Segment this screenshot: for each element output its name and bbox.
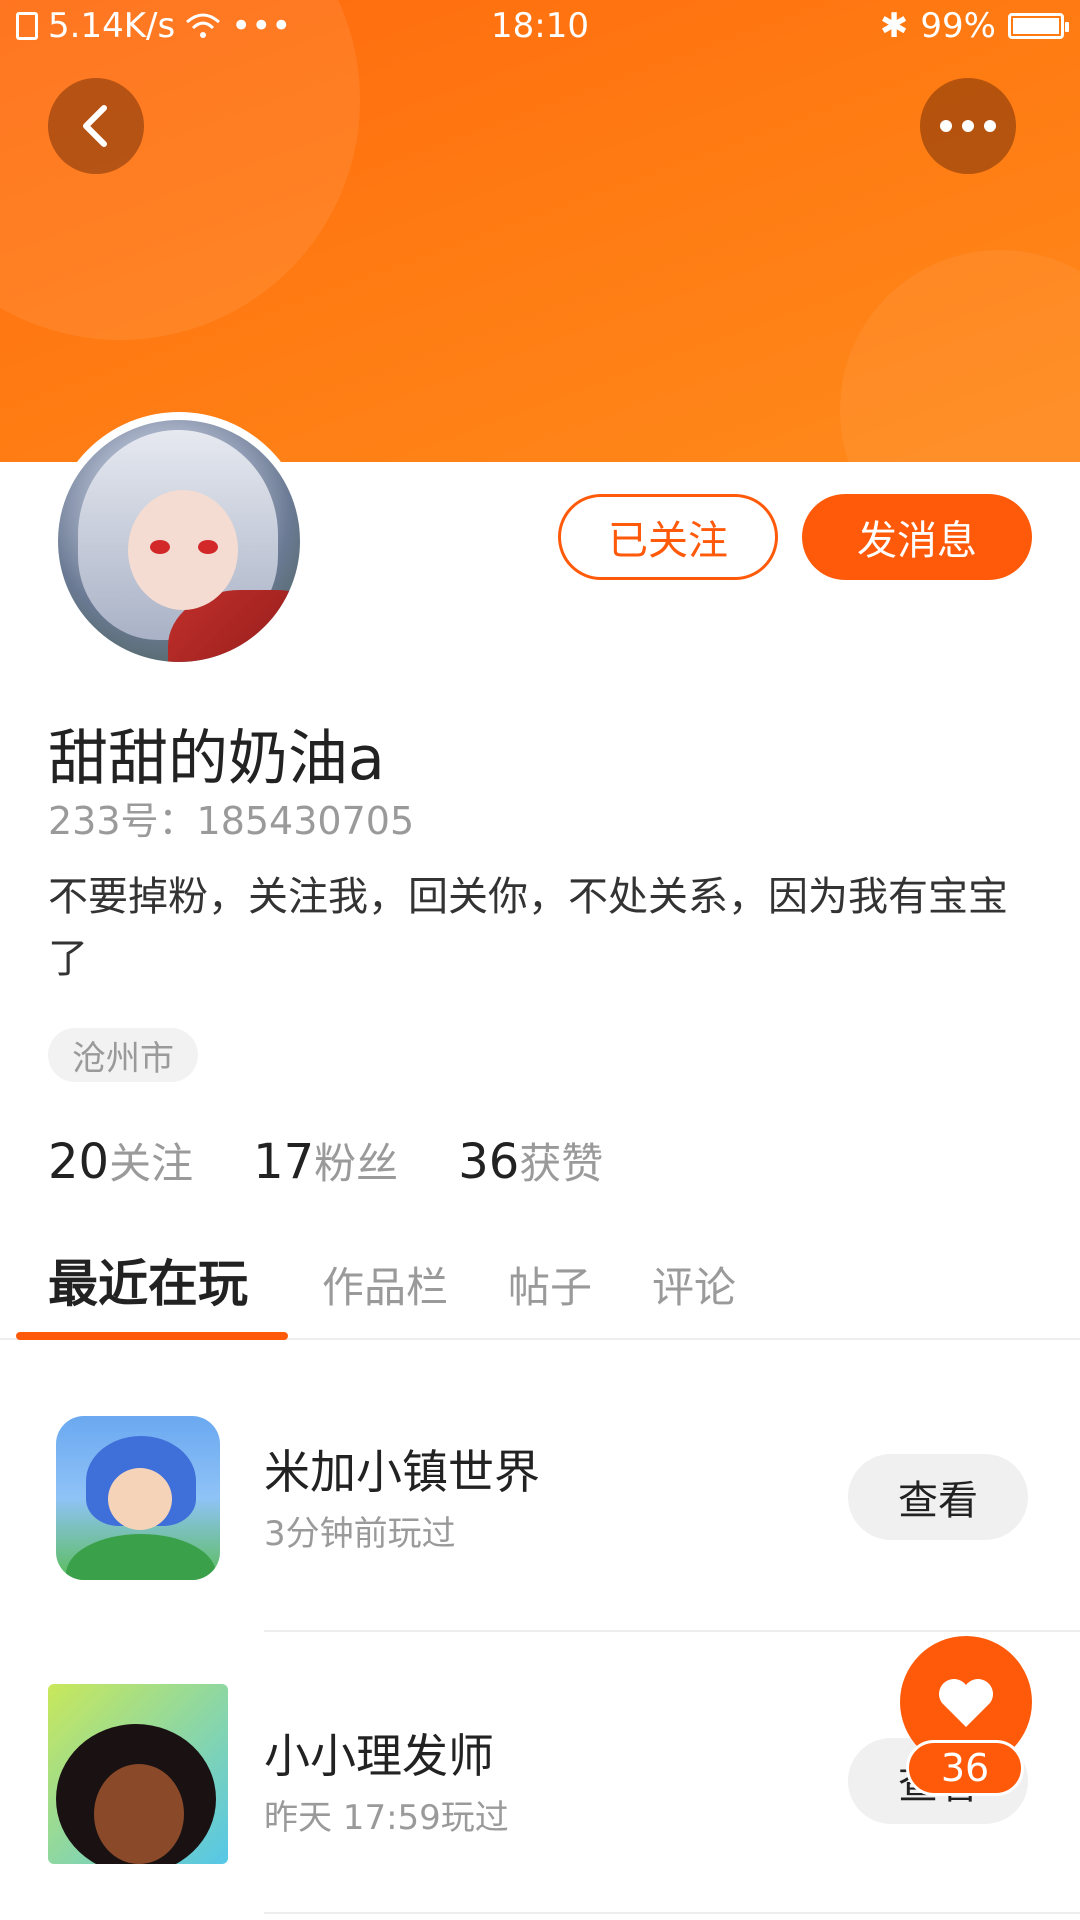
profile-tabs: 最近在玩 作品栏 帖子 评论 [0,1240,1080,1340]
game-title: 米加小镇世界 [264,1445,540,1499]
nickname: 甜甜的奶油a [48,724,385,794]
profile-stats: 20 关注 17 粉丝 36 获赞 [48,1130,603,1191]
tab-recently-played[interactable]: 最近在玩 [48,1244,248,1316]
stat-fans[interactable]: 17 粉丝 [253,1130,398,1191]
location-tag: 沧州市 [48,1028,198,1082]
game-icon [48,1684,228,1864]
like-count-badge: 36 [906,1740,1024,1796]
heart-icon [939,1679,993,1727]
stat-likes[interactable]: 36 获赞 [458,1130,603,1191]
avatar[interactable] [50,412,308,670]
account-id: 233号：185430705 [48,799,415,843]
game-title: 小小理发师 [264,1729,494,1783]
bio: 不要掉粉，关注我，回关你，不处关系，因为我有宝宝了 [48,874,1008,982]
game-last-played: 3分钟前玩过 [264,1514,456,1554]
bluetooth-icon: ✱ [879,6,909,46]
more-horizontal-icon [940,120,996,132]
stat-label: 获赞 [519,1139,604,1188]
game-last-played: 昨天 17:59玩过 [264,1798,509,1838]
chevron-left-icon [83,105,107,147]
battery-percent: 99% [920,6,996,46]
more-button[interactable] [920,78,1016,174]
stat-number: 17 [253,1134,315,1190]
banner-decoration [840,250,1080,462]
stat-following[interactable]: 20 关注 [48,1130,193,1191]
profile-banner: 5.14K/s ••• 18:10 ✱ 99% [0,0,1080,462]
view-button[interactable]: 查看 [848,1454,1028,1540]
list-item[interactable]: 米加小镇世界 3分钟前玩过 查看 [0,1380,1080,1620]
game-icon [56,1416,220,1580]
stat-label: 关注 [109,1139,194,1188]
status-bar: 5.14K/s ••• 18:10 ✱ 99% [0,0,1080,52]
tab-posts[interactable]: 帖子 [508,1254,592,1315]
stat-label: 粉丝 [314,1139,399,1188]
followed-button[interactable]: 已关注 [558,494,778,580]
list-divider [264,1630,1080,1632]
send-message-button[interactable]: 发消息 [802,494,1032,580]
tab-comments[interactable]: 评论 [652,1254,736,1315]
tab-works[interactable]: 作品栏 [322,1254,448,1315]
list-divider [264,1912,1080,1914]
back-button[interactable] [48,78,144,174]
active-tab-indicator [16,1332,288,1340]
stat-number: 36 [458,1134,520,1190]
battery-icon [1008,13,1069,39]
stat-number: 20 [48,1134,110,1190]
